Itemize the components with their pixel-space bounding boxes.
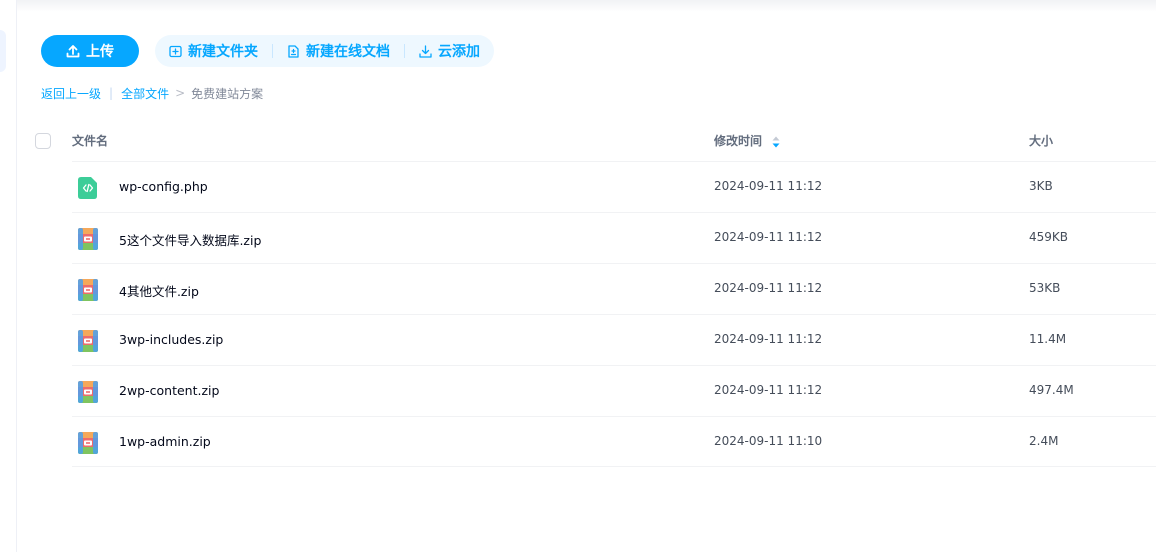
table-row[interactable]: wp-config.php 2024-09-11 11:12 3KB (72, 161, 1156, 212)
column-header-modified[interactable]: 修改时间 (714, 132, 780, 149)
select-all-checkbox[interactable] (35, 132, 51, 149)
file-size: 459KB (1029, 230, 1069, 244)
file-size: 497.4M (1029, 383, 1074, 397)
breadcrumb-separator: | (109, 86, 114, 100)
toolbar: 上传 新建文件夹 新建在线文档 云添加 (41, 35, 494, 67)
zip-file-icon (78, 228, 98, 250)
action-group: 新建文件夹 新建在线文档 云添加 (155, 35, 494, 67)
table-row[interactable]: 4其他文件.zip 2024-09-11 11:12 53KB (72, 263, 1156, 314)
new-online-doc-button[interactable]: 新建在线文档 (285, 41, 392, 61)
file-size: 11.4M (1029, 332, 1067, 346)
file-name[interactable]: 4其他文件.zip (119, 281, 199, 300)
sidebar-active-tab[interactable] (0, 30, 6, 72)
all-files-link[interactable]: 全部文件 (121, 85, 169, 102)
zip-file-icon (78, 381, 98, 403)
column-header-modified-label: 修改时间 (714, 134, 763, 148)
file-modified-time: 2024-09-11 11:12 (714, 179, 823, 193)
breadcrumb: 返回上一级 | 全部文件 > 免费建站方案 (41, 84, 263, 102)
top-bar-shadow (0, 0, 1156, 12)
zip-file-icon (78, 432, 98, 454)
left-sidebar-edge (0, 0, 17, 552)
sort-icon[interactable] (772, 136, 780, 148)
divider (272, 44, 273, 58)
file-size: 2.4M (1029, 434, 1059, 448)
file-list: wp-config.php 2024-09-11 11:12 3KB 5这个文件… (72, 161, 1156, 467)
file-name[interactable]: 5这个文件导入数据库.zip (119, 230, 261, 249)
file-modified-time: 2024-09-11 11:12 (714, 383, 823, 397)
file-modified-time: 2024-09-11 11:12 (714, 332, 823, 346)
upload-button[interactable]: 上传 (41, 35, 139, 67)
new-folder-label: 新建文件夹 (188, 44, 258, 60)
file-name[interactable]: 3wp-includes.zip (119, 332, 223, 347)
file-size: 53KB (1029, 281, 1061, 295)
file-size: 3KB (1029, 179, 1053, 193)
table-header: 文件名 修改时间 大小 (35, 120, 1156, 161)
new-doc-icon (288, 44, 299, 58)
new-folder-button[interactable]: 新建文件夹 (167, 41, 260, 61)
table-row[interactable]: 2wp-content.zip 2024-09-11 11:12 497.4M (72, 365, 1156, 416)
zip-file-icon (78, 279, 98, 301)
file-modified-time: 2024-09-11 11:12 (714, 281, 823, 295)
back-link[interactable]: 返回上一级 (41, 85, 101, 102)
cloud-add-label: 云添加 (438, 44, 480, 60)
code-file-icon (78, 177, 97, 199)
new-folder-icon (169, 45, 182, 57)
cloud-add-button[interactable]: 云添加 (417, 41, 482, 61)
breadcrumb-arrow: > (175, 86, 186, 100)
file-name[interactable]: 2wp-content.zip (119, 383, 219, 398)
file-modified-time: 2024-09-11 11:12 (714, 230, 823, 244)
file-name[interactable]: 1wp-admin.zip (119, 434, 211, 449)
new-online-doc-label: 新建在线文档 (306, 44, 390, 60)
divider (404, 44, 405, 58)
download-icon (419, 44, 432, 58)
table-row[interactable]: 5这个文件导入数据库.zip 2024-09-11 11:12 459KB (72, 212, 1156, 263)
column-header-size[interactable]: 大小 (1029, 132, 1053, 149)
file-name[interactable]: wp-config.php (119, 179, 208, 194)
upload-icon (66, 45, 80, 58)
table-row[interactable]: 3wp-includes.zip 2024-09-11 11:12 11.4M (72, 314, 1156, 365)
column-header-name[interactable]: 文件名 (72, 132, 108, 149)
file-modified-time: 2024-09-11 11:10 (714, 434, 823, 448)
table-row[interactable]: 1wp-admin.zip 2024-09-11 11:10 2.4M (72, 416, 1156, 467)
current-folder: 免费建站方案 (191, 86, 264, 101)
zip-file-icon (78, 330, 98, 352)
upload-label: 上传 (86, 44, 114, 60)
